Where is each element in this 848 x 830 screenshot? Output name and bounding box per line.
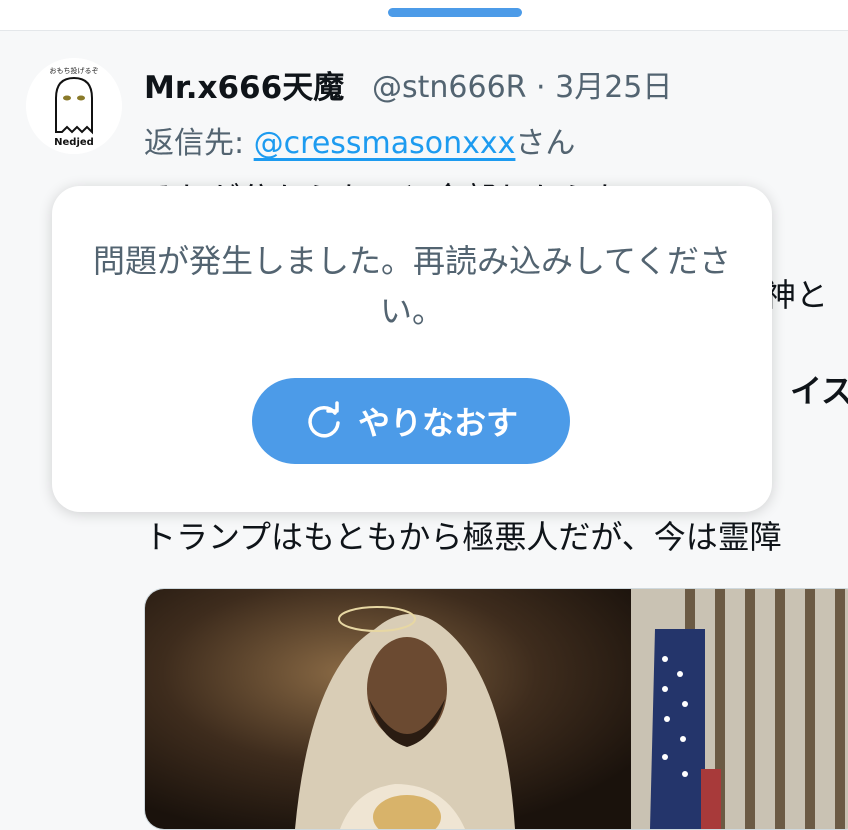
avatar-top-text: おもち投げるぞ	[50, 66, 99, 75]
sheet-grabber-handle[interactable]	[388, 8, 522, 17]
reply-mention-link[interactable]: @cressmasonxxx	[254, 126, 516, 161]
ghost-avatar-icon: おもち投げるぞ Nedjed	[26, 58, 122, 154]
author-display-name[interactable]: Mr.x666天魔	[144, 62, 344, 107]
retry-button[interactable]: やりなおす	[252, 378, 570, 464]
error-dialog: 問題が発生しました。再読み込みしてください。 やりなおす	[52, 186, 772, 512]
reply-to-line: 返信先: @cressmasonxxxさん	[144, 118, 575, 162]
refresh-icon	[308, 401, 340, 438]
tweet-meta[interactable]: @stn666R · 3月25日	[372, 62, 672, 106]
tweet-media[interactable]	[144, 588, 848, 830]
retry-label: やりなおす	[357, 404, 518, 442]
top-strip	[0, 0, 848, 31]
tweet-text-line: トランプはもともから極悪人だが、今は霊障	[144, 518, 782, 556]
error-message: 問題が発生しました。再読み込みしてください。	[92, 242, 732, 330]
media-image	[145, 589, 848, 829]
reply-prefix: 返信先:	[144, 126, 254, 161]
tweet-text-line: イス	[790, 372, 848, 410]
avatar[interactable]: おもち投げるぞ Nedjed	[26, 58, 122, 154]
avatar-caption: Nedjed	[54, 137, 94, 148]
reply-suffix: さん	[515, 126, 576, 161]
